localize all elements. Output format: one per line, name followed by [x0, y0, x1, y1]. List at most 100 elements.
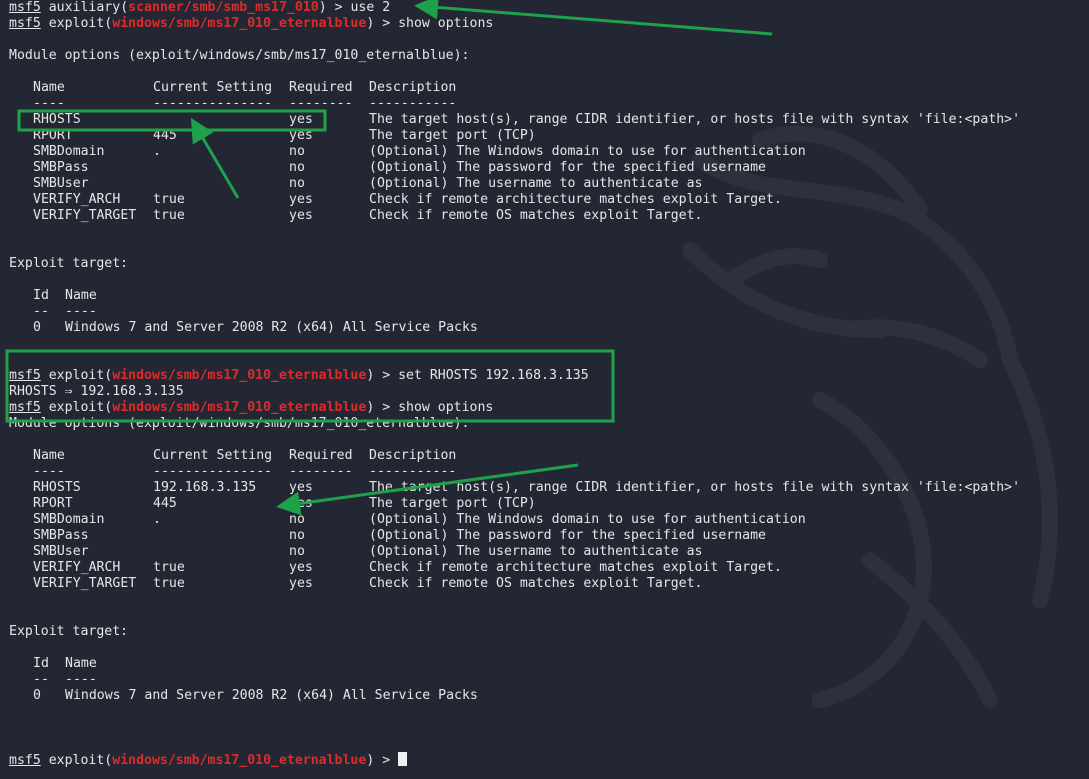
command-line-show-options: msf5 exploit(windows/smb/ms17_010_eterna…: [9, 16, 494, 31]
command-line-show-options: msf5 exploit(windows/smb/ms17_010_eterna…: [9, 400, 494, 415]
prompt-context: exploit: [48, 400, 105, 415]
option-row: VERIFY_ARCH true yes Check if remote archit…: [9, 560, 1084, 576]
divider: ---------------: [153, 464, 273, 479]
prompt-context: exploit: [48, 368, 105, 383]
target-divider-row: -- ----: [9, 672, 1084, 688]
divider: --------: [289, 96, 353, 111]
option-required: no: [289, 528, 305, 543]
option-name: SMBDomain: [33, 512, 105, 527]
option-description: (Optional) The password for the specifie…: [369, 528, 766, 543]
header-description: Description: [369, 448, 457, 463]
option-required: no: [289, 144, 305, 159]
module-options-title: Module options (exploit/windows/smb/ms17…: [9, 48, 470, 63]
options-divider-row: ---- --------------- -------- ----------…: [9, 96, 1084, 112]
header-name: Name: [33, 448, 65, 463]
option-description: (Optional) The Windows domain to use for…: [369, 144, 806, 159]
option-required: yes: [289, 192, 313, 207]
header-target-name: Name: [65, 656, 97, 671]
option-description: Check if remote architecture matches exp…: [369, 192, 782, 207]
option-description: The target port (TCP): [369, 128, 536, 143]
option-row: VERIFY_ARCH true yes Check if remote archit…: [9, 192, 1084, 208]
prompt-name: msf5: [9, 0, 41, 15]
option-name: VERIFY_ARCH: [33, 192, 121, 207]
divider: ----: [33, 96, 65, 111]
option-row: SMBPass no (Optional) The password for the…: [9, 528, 1084, 544]
command-line-set-rhosts: msf5 exploit(windows/smb/ms17_010_eterna…: [9, 368, 589, 383]
target-name: Windows 7 and Server 2008 R2 (x64) All S…: [65, 320, 478, 335]
header-required: Required: [289, 448, 353, 463]
option-name: RHOSTS: [33, 112, 81, 127]
option-name: RHOSTS: [33, 480, 81, 495]
header-id: Id: [33, 656, 49, 671]
option-required: yes: [289, 112, 313, 127]
exploit-target-title: Exploit target:: [9, 256, 129, 271]
option-row: SMBDomain. no (Optional) The Windows domai…: [9, 144, 1084, 160]
option-required: yes: [289, 496, 313, 511]
option-name: VERIFY_ARCH: [33, 560, 121, 575]
module-path: windows/smb/ms17_010_eternalblue: [112, 16, 367, 31]
divider: ----: [65, 304, 97, 319]
option-description: (Optional) The Windows domain to use for…: [369, 512, 806, 527]
header-current-setting: Current Setting: [153, 80, 273, 95]
option-required: no: [289, 160, 305, 175]
divider: -----------: [369, 96, 457, 111]
prompt-context: exploit: [48, 16, 105, 31]
prompt-name: msf5: [9, 16, 41, 31]
module-path: windows/smb/ms17_010_eternalblue: [112, 368, 367, 383]
prompt-name: msf5: [9, 368, 41, 383]
target-id: 0: [33, 688, 41, 703]
option-setting: 445: [153, 128, 177, 143]
option-row: RHOSTS yes The target host(s), range CIDR …: [9, 112, 1084, 128]
option-setting: .: [153, 512, 161, 527]
option-required: yes: [289, 128, 313, 143]
option-required: yes: [289, 560, 313, 575]
option-row: SMBPass no (Optional) The password for the…: [9, 160, 1084, 176]
option-setting: 445: [153, 496, 177, 511]
command-line-use: msf5 auxiliary(scanner/smb/smb_ms17_010)…: [9, 0, 391, 15]
option-name: SMBPass: [33, 528, 89, 543]
option-description: (Optional) The username to authenticate …: [369, 176, 703, 191]
target-header-row: Id Name: [9, 288, 1084, 304]
option-setting: .: [153, 144, 161, 159]
header-id: Id: [33, 288, 49, 303]
option-description: The target port (TCP): [369, 496, 536, 511]
option-description: (Optional) The password for the specifie…: [369, 160, 766, 175]
module-path: windows/smb/ms17_010_eternalblue: [112, 753, 367, 768]
options-header-row: Name Current Setting Required Descriptio…: [9, 80, 1084, 96]
divider: -----------: [369, 464, 457, 479]
command-text: use 2: [350, 0, 391, 15]
option-description: (Optional) The username to authenticate …: [369, 544, 703, 559]
option-row: RPORT 445 yes The target port (TCP): [9, 496, 1084, 512]
module-path: scanner/smb/smb_ms17_010: [128, 0, 319, 15]
header-required: Required: [289, 80, 353, 95]
command-text: set RHOSTS 192.168.3.135: [398, 368, 589, 383]
cursor-block-icon[interactable]: [398, 752, 408, 766]
option-required: yes: [289, 576, 313, 591]
option-description: Check if remote OS matches exploit Targe…: [369, 576, 703, 591]
option-name: VERIFY_TARGET: [33, 208, 137, 223]
option-row: VERIFY_TARGET true yes Check if remote OS m…: [9, 208, 1084, 224]
option-row: VERIFY_TARGET true yes Check if remote OS m…: [9, 576, 1084, 592]
divider: ---------------: [153, 96, 273, 111]
module-options-title: Module options (exploit/windows/smb/ms17…: [9, 416, 470, 431]
divider: --: [33, 672, 49, 687]
target-header-row: Id Name: [9, 656, 1084, 672]
option-name: SMBUser: [33, 544, 89, 559]
target-row: 0 Windows 7 and Server 2008 R2 (x64) All …: [9, 320, 1084, 336]
options-header-row: Name Current Setting Required Descriptio…: [9, 448, 1084, 464]
option-description: Check if remote architecture matches exp…: [369, 560, 782, 575]
options-divider-row: ---- --------------- -------- ----------…: [9, 464, 1084, 480]
option-setting: true: [153, 192, 185, 207]
command-text: show options: [398, 16, 494, 31]
divider: --------: [289, 464, 353, 479]
option-name: RPORT: [33, 128, 73, 143]
header-current-setting: Current Setting: [153, 448, 273, 463]
divider: ----: [65, 672, 97, 687]
option-required: no: [289, 544, 305, 559]
option-description: The target host(s), range CIDR identifie…: [369, 480, 1021, 495]
command-text: show options: [398, 400, 494, 415]
option-row: SMBDomain. no (Optional) The Windows domai…: [9, 512, 1084, 528]
option-name: SMBDomain: [33, 144, 105, 159]
current-prompt-line[interactable]: msf5 exploit(windows/smb/ms17_010_eterna…: [9, 752, 1084, 768]
rhosts-echo: RHOSTS ⇒ 192.168.3.135: [9, 384, 184, 399]
